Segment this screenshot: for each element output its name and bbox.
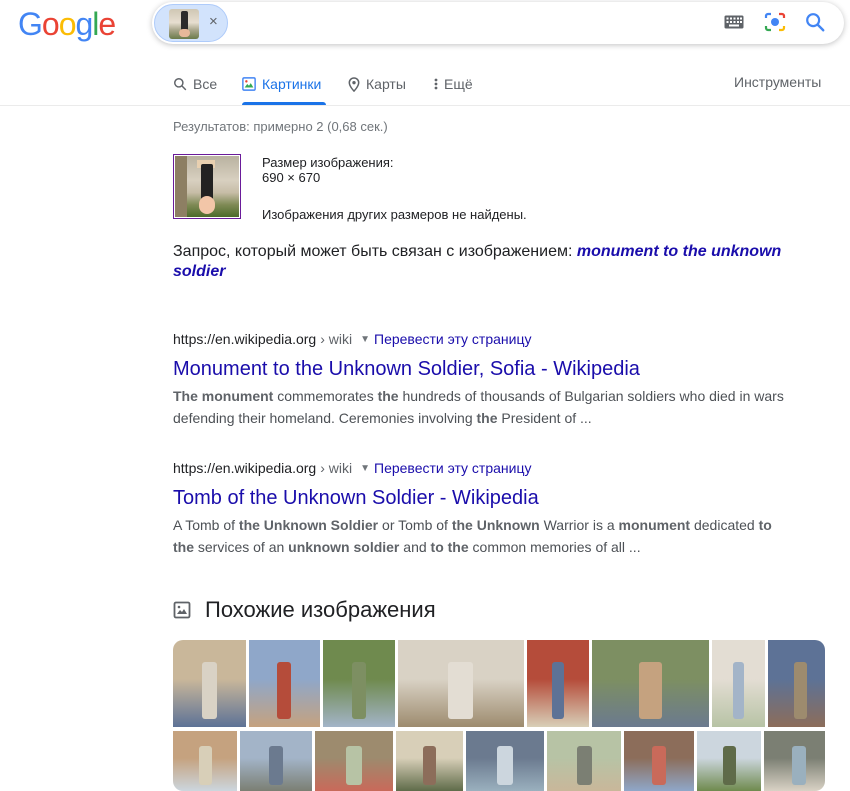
search-icon[interactable]: [804, 11, 826, 33]
similar-image-thumbnail[interactable]: [323, 640, 395, 727]
similar-image-thumbnail[interactable]: [240, 731, 312, 791]
tab-label: Картинки: [262, 76, 322, 92]
image-query-chip[interactable]: ×: [154, 4, 228, 42]
similar-image-thumbnail[interactable]: [527, 640, 589, 727]
tab-label: Все: [193, 76, 218, 92]
search-result: https://en.wikipedia.org › wiki ▼ Переве…: [173, 330, 793, 429]
logo-letter: G: [18, 6, 43, 42]
similar-images-title: Похожие изображения: [205, 597, 436, 622]
image-icon: [242, 77, 256, 91]
tab-label: Ещё: [444, 76, 473, 92]
image-size-value: 690 × 670: [262, 170, 321, 185]
image-icon: [173, 601, 191, 619]
similar-image-thumbnail[interactable]: [592, 640, 709, 727]
search-result: https://en.wikipedia.org › wiki ▼ Переве…: [173, 459, 793, 558]
search-tabs: Все Картинки Карты Ещё Инструменты: [0, 62, 850, 106]
map-pin-icon: [348, 76, 360, 92]
translate-link[interactable]: Перевести эту страницу: [374, 460, 531, 476]
camera-lens-icon[interactable]: [764, 12, 786, 32]
result-snippet: A Tomb of the Unknown Soldier or Tomb of…: [173, 517, 772, 555]
similar-image-thumbnail[interactable]: [547, 731, 621, 791]
similar-image-thumbnail[interactable]: [624, 731, 694, 791]
logo-letter: o: [58, 6, 77, 42]
result-title-link[interactable]: Tomb of the Unknown Soldier - Wikipedia: [173, 486, 793, 510]
search-box[interactable]: ×: [152, 2, 844, 44]
result-url[interactable]: https://en.wikipedia.org: [173, 460, 316, 476]
similar-images-heading: Похожие изображения: [173, 597, 436, 623]
no-other-sizes-text: Изображения других размеров не найдены.: [262, 207, 527, 222]
result-stats: Результатов: примерно 2 (0,68 сек.): [173, 119, 388, 134]
similar-image-thumbnail[interactable]: [173, 731, 237, 791]
result-title-link[interactable]: Monument to the Unknown Soldier, Sofia -…: [173, 357, 793, 381]
similar-image-thumbnail[interactable]: [396, 731, 463, 791]
tab-maps[interactable]: Карты: [348, 74, 406, 94]
google-logo[interactable]: Google: [18, 6, 116, 43]
tools-button[interactable]: Инструменты: [734, 74, 821, 90]
header: Google ×: [0, 0, 850, 48]
similar-image-thumbnail[interactable]: [315, 731, 393, 791]
related-query: Запрос, который может быть связан с изоб…: [173, 242, 793, 282]
keyboard-icon[interactable]: [724, 15, 744, 29]
search-icon: [174, 78, 187, 91]
related-query-prefix: Запрос, который может быть связан с изоб…: [173, 243, 577, 260]
tab-images[interactable]: Картинки: [242, 74, 321, 94]
similar-image-thumbnail[interactable]: [768, 640, 825, 727]
translate-link[interactable]: Перевести эту страницу: [374, 331, 531, 347]
query-image-thumbnail: [169, 9, 199, 39]
result-path: › wiki: [320, 331, 353, 347]
logo-letter: e: [98, 6, 116, 42]
dropdown-arrow-icon[interactable]: ▼: [360, 334, 370, 345]
similar-image-thumbnail[interactable]: [398, 640, 524, 727]
result-url[interactable]: https://en.wikipedia.org: [173, 331, 316, 347]
similar-image-thumbnail[interactable]: [249, 640, 320, 727]
logo-letter: g: [75, 6, 93, 42]
tab-more[interactable]: Ещё: [434, 74, 473, 94]
similar-image-thumbnail[interactable]: [712, 640, 765, 727]
dropdown-arrow-icon[interactable]: ▼: [360, 463, 370, 474]
result-path: › wiki: [320, 460, 353, 476]
result-snippet: The monument commemorates the hundreds o…: [173, 388, 784, 426]
similar-image-thumbnail[interactable]: [173, 640, 246, 727]
similar-images-grid: [173, 640, 825, 791]
image-size-label: Размер изображения:: [262, 155, 394, 170]
query-image-thumbnail[interactable]: [173, 154, 241, 219]
more-vert-icon: [434, 78, 438, 90]
similar-image-thumbnail[interactable]: [466, 731, 544, 791]
active-tab-indicator: [242, 102, 326, 105]
logo-letter: o: [41, 6, 60, 42]
close-icon[interactable]: ×: [209, 13, 218, 30]
similar-image-thumbnail[interactable]: [697, 731, 761, 791]
tab-label: Карты: [366, 76, 406, 92]
tab-all[interactable]: Все: [173, 74, 217, 94]
similar-image-thumbnail[interactable]: [764, 731, 825, 791]
